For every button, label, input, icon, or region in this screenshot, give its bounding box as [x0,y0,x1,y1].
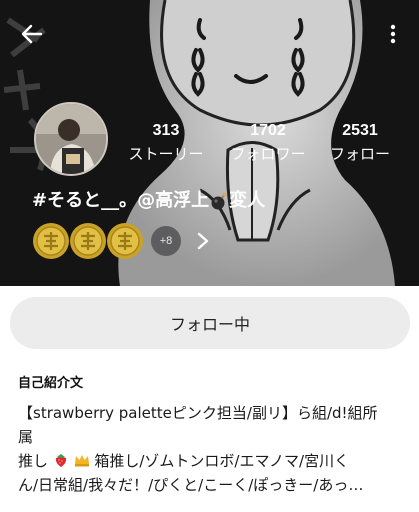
arrow-left-icon [21,24,43,44]
badge-row[interactable]: +8 [32,222,215,260]
stat-followers-count: 1702 [250,122,286,139]
badges-expand-button[interactable] [191,226,215,256]
bio-line-prefix: 推し [18,452,49,470]
bio-line: 属 [18,428,34,446]
stat-stories[interactable]: 313 ストーリー [124,122,208,164]
stat-followers[interactable]: 1702 フォロワー [222,122,314,164]
stat-following-count: 2531 [342,122,378,139]
avatar[interactable] [34,102,108,176]
more-options-button[interactable] [381,18,405,50]
profile-name: #そると__。@高浮上 変人 [32,189,265,213]
bio-line-suffix: 箱推し/ゾムトンロボ/エマノマ/宮川く [94,452,350,470]
chevron-right-icon [197,232,209,250]
bio-line: 【strawberry paletteピンク担当/副リ】ら組/d!組所 [18,404,378,422]
bio-text: 【strawberry paletteピンク担当/副リ】ら組/d!組所 属 推し… [18,401,404,497]
bomb-emoji-icon [211,192,227,210]
bio-title: 自己紹介文 [18,376,84,391]
following-button[interactable]: フォロー中 [10,297,410,349]
strawberry-emoji-icon [55,454,66,467]
back-button[interactable] [16,18,48,50]
bio-line: ん/日常組/我々だ！/ぴくと/こーく/ぽっきー/あっ… [18,476,364,494]
stat-followers-label: フォロワー [230,145,306,163]
stat-following-label: フォロー [329,145,390,163]
bio-line: 推し 箱推し/ゾムトンロボ/エマノマ/宮川く [18,449,404,473]
profile-name-part1: #そると__。@高浮上 [32,190,210,211]
badge-overflow-count: +8 [151,226,181,256]
gold-coin-badge-icon [69,222,107,260]
more-vertical-icon [390,24,396,44]
gold-coin-badge-icon [32,222,70,260]
profile-name-part2: 変人 [229,190,266,211]
stat-stories-count: 313 [152,122,180,139]
crown-emoji-icon [74,455,89,467]
gold-coin-badge-icon [106,222,144,260]
stat-following[interactable]: 2531 フォロー [322,122,398,164]
stat-stories-label: ストーリー [128,145,204,163]
profile-cover: 313 ストーリー 1702 フォロワー 2531 フォロー #そると__。@高… [0,0,419,286]
